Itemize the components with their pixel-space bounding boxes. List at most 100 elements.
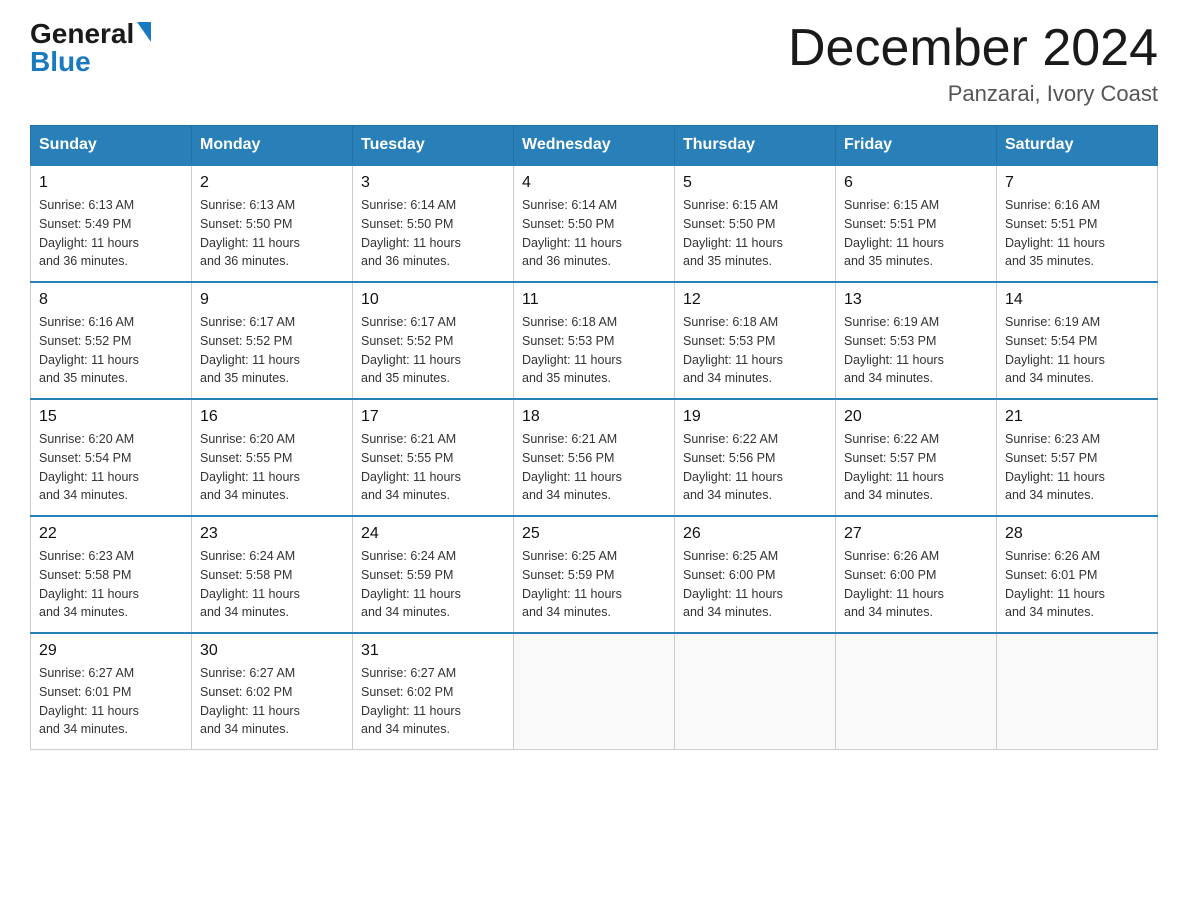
- calendar-week-row: 29 Sunrise: 6:27 AMSunset: 6:01 PMDayligh…: [31, 633, 1158, 750]
- day-number: 5: [683, 174, 827, 192]
- calendar-cell: 29 Sunrise: 6:27 AMSunset: 6:01 PMDayligh…: [31, 633, 192, 750]
- day-number: 18: [522, 408, 666, 426]
- calendar-body: 1 Sunrise: 6:13 AMSunset: 5:49 PMDaylight…: [31, 165, 1158, 750]
- calendar-cell: 6 Sunrise: 6:15 AMSunset: 5:51 PMDaylight…: [836, 165, 997, 282]
- weekday-header-wednesday: Wednesday: [514, 126, 675, 166]
- page-header: General Blue December 2024 Panzarai, Ivo…: [30, 20, 1158, 107]
- day-number: 15: [39, 408, 183, 426]
- calendar-cell: 21 Sunrise: 6:23 AMSunset: 5:57 PMDayligh…: [997, 399, 1158, 516]
- calendar-cell: 9Sunrise: 6:17 AMSunset: 5:52 PMDaylight…: [192, 282, 353, 399]
- weekday-header-tuesday: Tuesday: [353, 126, 514, 166]
- logo: General Blue: [30, 20, 151, 76]
- day-number: 28: [1005, 525, 1149, 543]
- day-number: 26: [683, 525, 827, 543]
- weekday-header-row: SundayMondayTuesdayWednesdayThursdayFrid…: [31, 126, 1158, 166]
- day-number: 9: [200, 291, 344, 309]
- day-number: 30: [200, 642, 344, 660]
- day-info: Sunrise: 6:19 AMSunset: 5:54 PMDaylight:…: [1005, 313, 1149, 388]
- day-info: Sunrise: 6:23 AMSunset: 5:57 PMDaylight:…: [1005, 430, 1149, 505]
- calendar-cell: 24 Sunrise: 6:24 AMSunset: 5:59 PMDayligh…: [353, 516, 514, 633]
- day-info: Sunrise: 6:15 AMSunset: 5:51 PMDaylight:…: [844, 196, 988, 271]
- calendar-cell: 30Sunrise: 6:27 AMSunset: 6:02 PMDayligh…: [192, 633, 353, 750]
- logo-triangle-icon: [137, 22, 151, 42]
- day-number: 27: [844, 525, 988, 543]
- day-info: Sunrise: 6:13 AMSunset: 5:50 PMDaylight:…: [200, 196, 344, 271]
- calendar-cell: [675, 633, 836, 750]
- calendar-cell: 3Sunrise: 6:14 AMSunset: 5:50 PMDaylight…: [353, 165, 514, 282]
- day-info: Sunrise: 6:22 AMSunset: 5:56 PMDaylight:…: [683, 430, 827, 505]
- weekday-header-saturday: Saturday: [997, 126, 1158, 166]
- calendar-cell: 14 Sunrise: 6:19 AMSunset: 5:54 PMDayligh…: [997, 282, 1158, 399]
- calendar-cell: 1 Sunrise: 6:13 AMSunset: 5:49 PMDaylight…: [31, 165, 192, 282]
- day-number: 24: [361, 525, 505, 543]
- day-info: Sunrise: 6:27 AMSunset: 6:02 PMDaylight:…: [361, 664, 505, 739]
- day-info: Sunrise: 6:16 AMSunset: 5:51 PMDaylight:…: [1005, 196, 1149, 271]
- day-number: 1: [39, 174, 183, 192]
- day-number: 29: [39, 642, 183, 660]
- day-number: 16: [200, 408, 344, 426]
- calendar-cell: 8Sunrise: 6:16 AMSunset: 5:52 PMDaylight…: [31, 282, 192, 399]
- calendar-week-row: 1 Sunrise: 6:13 AMSunset: 5:49 PMDaylight…: [31, 165, 1158, 282]
- day-number: 6: [844, 174, 988, 192]
- day-info: Sunrise: 6:17 AMSunset: 5:52 PMDaylight:…: [361, 313, 505, 388]
- day-info: Sunrise: 6:13 AMSunset: 5:49 PMDaylight:…: [39, 196, 183, 271]
- day-info: Sunrise: 6:22 AMSunset: 5:57 PMDaylight:…: [844, 430, 988, 505]
- calendar-cell: [997, 633, 1158, 750]
- calendar-week-row: 22Sunrise: 6:23 AMSunset: 5:58 PMDayligh…: [31, 516, 1158, 633]
- calendar-week-row: 15 Sunrise: 6:20 AMSunset: 5:54 PMDayligh…: [31, 399, 1158, 516]
- month-title: December 2024: [788, 20, 1158, 77]
- day-number: 19: [683, 408, 827, 426]
- calendar-cell: 23Sunrise: 6:24 AMSunset: 5:58 PMDayligh…: [192, 516, 353, 633]
- day-number: 11: [522, 291, 666, 309]
- day-info: Sunrise: 6:19 AMSunset: 5:53 PMDaylight:…: [844, 313, 988, 388]
- day-info: Sunrise: 6:20 AMSunset: 5:55 PMDaylight:…: [200, 430, 344, 505]
- calendar-cell: 17Sunrise: 6:21 AMSunset: 5:55 PMDayligh…: [353, 399, 514, 516]
- day-number: 4: [522, 174, 666, 192]
- day-number: 20: [844, 408, 988, 426]
- day-info: Sunrise: 6:14 AMSunset: 5:50 PMDaylight:…: [522, 196, 666, 271]
- day-info: Sunrise: 6:21 AMSunset: 5:55 PMDaylight:…: [361, 430, 505, 505]
- day-number: 23: [200, 525, 344, 543]
- day-number: 25: [522, 525, 666, 543]
- calendar-cell: 31 Sunrise: 6:27 AMSunset: 6:02 PMDayligh…: [353, 633, 514, 750]
- day-number: 14: [1005, 291, 1149, 309]
- calendar-cell: 4 Sunrise: 6:14 AMSunset: 5:50 PMDaylight…: [514, 165, 675, 282]
- calendar-cell: [836, 633, 997, 750]
- day-number: 7: [1005, 174, 1149, 192]
- day-info: Sunrise: 6:26 AMSunset: 6:00 PMDaylight:…: [844, 547, 988, 622]
- calendar-cell: 25 Sunrise: 6:25 AMSunset: 5:59 PMDayligh…: [514, 516, 675, 633]
- day-number: 13: [844, 291, 988, 309]
- calendar-cell: 12Sunrise: 6:18 AMSunset: 5:53 PMDayligh…: [675, 282, 836, 399]
- calendar-header: SundayMondayTuesdayWednesdayThursdayFrid…: [31, 126, 1158, 166]
- calendar-cell: 20 Sunrise: 6:22 AMSunset: 5:57 PMDayligh…: [836, 399, 997, 516]
- calendar-cell: 2Sunrise: 6:13 AMSunset: 5:50 PMDaylight…: [192, 165, 353, 282]
- calendar-cell: 22Sunrise: 6:23 AMSunset: 5:58 PMDayligh…: [31, 516, 192, 633]
- calendar-cell: 5Sunrise: 6:15 AMSunset: 5:50 PMDaylight…: [675, 165, 836, 282]
- day-info: Sunrise: 6:24 AMSunset: 5:59 PMDaylight:…: [361, 547, 505, 622]
- calendar-cell: 19 Sunrise: 6:22 AMSunset: 5:56 PMDayligh…: [675, 399, 836, 516]
- calendar-cell: 28 Sunrise: 6:26 AMSunset: 6:01 PMDayligh…: [997, 516, 1158, 633]
- day-info: Sunrise: 6:20 AMSunset: 5:54 PMDaylight:…: [39, 430, 183, 505]
- calendar-cell: 18Sunrise: 6:21 AMSunset: 5:56 PMDayligh…: [514, 399, 675, 516]
- day-info: Sunrise: 6:25 AMSunset: 6:00 PMDaylight:…: [683, 547, 827, 622]
- calendar-cell: 16 Sunrise: 6:20 AMSunset: 5:55 PMDayligh…: [192, 399, 353, 516]
- calendar-cell: [514, 633, 675, 750]
- calendar-table: SundayMondayTuesdayWednesdayThursdayFrid…: [30, 125, 1158, 750]
- day-info: Sunrise: 6:27 AMSunset: 6:01 PMDaylight:…: [39, 664, 183, 739]
- day-info: Sunrise: 6:18 AMSunset: 5:53 PMDaylight:…: [522, 313, 666, 388]
- calendar-cell: 15 Sunrise: 6:20 AMSunset: 5:54 PMDayligh…: [31, 399, 192, 516]
- day-info: Sunrise: 6:16 AMSunset: 5:52 PMDaylight:…: [39, 313, 183, 388]
- day-info: Sunrise: 6:25 AMSunset: 5:59 PMDaylight:…: [522, 547, 666, 622]
- calendar-cell: 7 Sunrise: 6:16 AMSunset: 5:51 PMDaylight…: [997, 165, 1158, 282]
- day-info: Sunrise: 6:14 AMSunset: 5:50 PMDaylight:…: [361, 196, 505, 271]
- location-title: Panzarai, Ivory Coast: [788, 81, 1158, 107]
- calendar-cell: 10 Sunrise: 6:17 AMSunset: 5:52 PMDayligh…: [353, 282, 514, 399]
- day-number: 10: [361, 291, 505, 309]
- calendar-cell: 11 Sunrise: 6:18 AMSunset: 5:53 PMDayligh…: [514, 282, 675, 399]
- day-info: Sunrise: 6:26 AMSunset: 6:01 PMDaylight:…: [1005, 547, 1149, 622]
- day-info: Sunrise: 6:23 AMSunset: 5:58 PMDaylight:…: [39, 547, 183, 622]
- weekday-header-sunday: Sunday: [31, 126, 192, 166]
- calendar-week-row: 8Sunrise: 6:16 AMSunset: 5:52 PMDaylight…: [31, 282, 1158, 399]
- day-number: 31: [361, 642, 505, 660]
- day-number: 21: [1005, 408, 1149, 426]
